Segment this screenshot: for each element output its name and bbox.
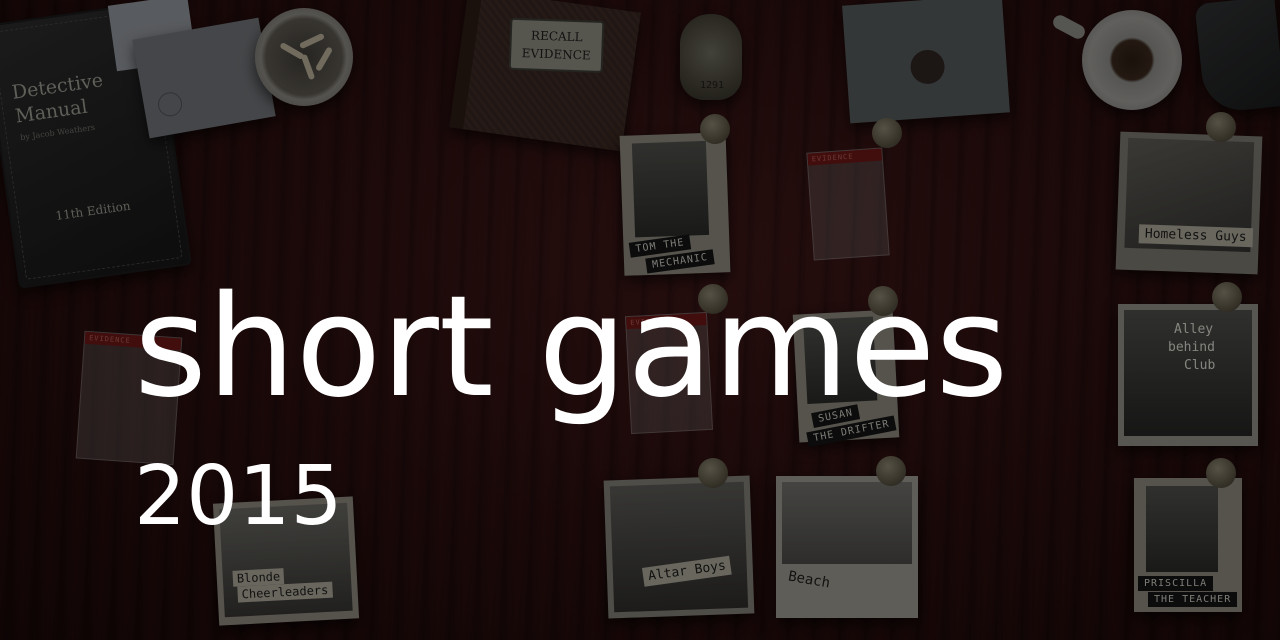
banner-year: 2015 bbox=[134, 449, 343, 544]
banner-title: short games bbox=[134, 266, 1009, 429]
